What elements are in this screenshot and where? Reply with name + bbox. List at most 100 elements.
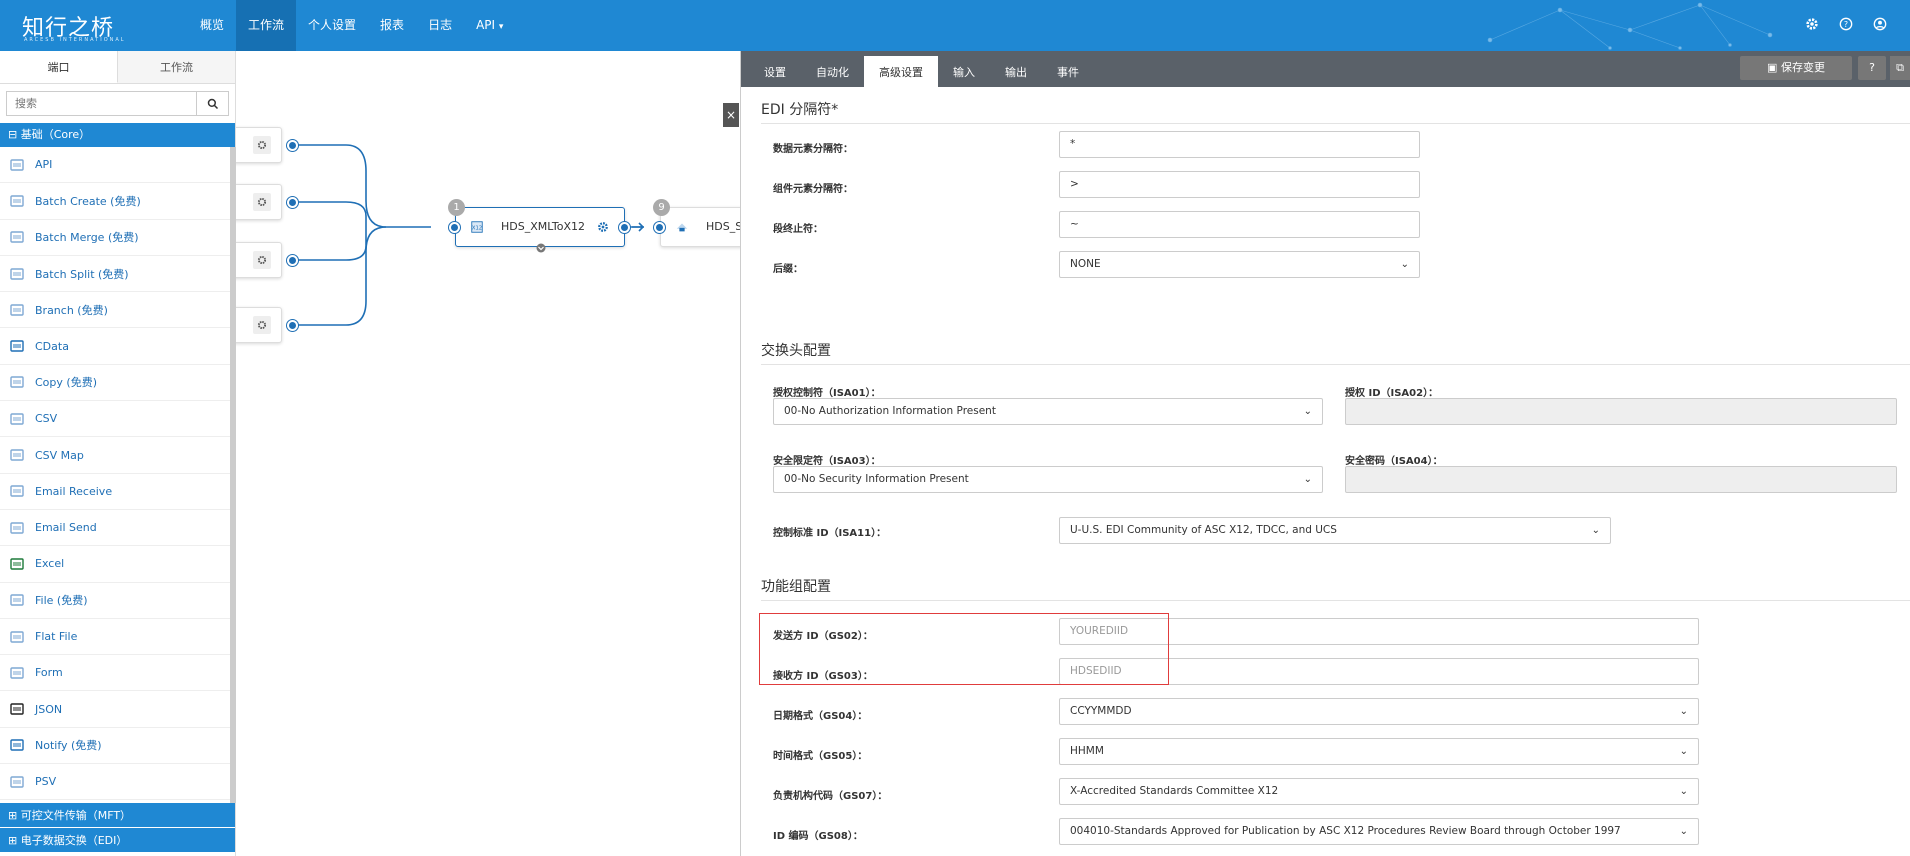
search-input[interactable] bbox=[6, 91, 197, 116]
list-item[interactable]: Form bbox=[0, 655, 230, 692]
gs07-select[interactable]: X-Accredited Standards Committee X12 ⌄ bbox=[1059, 778, 1699, 805]
chevron-down-icon: ⌄ bbox=[1591, 525, 1600, 536]
list-item[interactable]: CSV bbox=[0, 401, 230, 438]
save-button[interactable]: ▣ 保存变更 bbox=[1740, 56, 1852, 80]
divider bbox=[761, 123, 1910, 124]
gear-icon[interactable] bbox=[253, 251, 271, 269]
workflow-canvas[interactable]: T T T T X12 HDS_XMLToX12 1 HDS_S 9 bbox=[236, 51, 740, 856]
workflow-node[interactable]: T bbox=[236, 127, 282, 163]
gs05-select[interactable]: HHMM ⌄ bbox=[1059, 738, 1699, 765]
tab-automation[interactable]: 自动化 bbox=[801, 56, 864, 87]
user-icon[interactable] bbox=[1870, 14, 1890, 34]
list-item[interactable]: CData bbox=[0, 328, 230, 365]
node-number-badge: 9 bbox=[653, 199, 670, 216]
port-palette: 端口 工作流 ⊟ 基础（Core） API Batch Create (免费) Ba… bbox=[0, 51, 236, 856]
isa04-input[interactable] bbox=[1345, 466, 1897, 493]
nav-workflow[interactable]: 工作流 bbox=[236, 0, 297, 51]
tab-events[interactable]: 事件 bbox=[1042, 56, 1094, 87]
input-port[interactable] bbox=[654, 222, 665, 233]
group-mft-header[interactable]: ⊞ 可控文件传输（MFT） bbox=[0, 803, 235, 828]
gs04-label: 日期格式（GS04）： bbox=[773, 711, 868, 722]
nav-reports[interactable]: 报表 bbox=[368, 0, 416, 51]
isa03-select[interactable]: 00-No Security Information Present ⌄ bbox=[773, 466, 1323, 493]
batch-split-icon bbox=[8, 266, 26, 282]
gear-icon[interactable] bbox=[1802, 14, 1822, 34]
output-port[interactable] bbox=[287, 197, 298, 208]
gear-icon[interactable] bbox=[253, 316, 271, 334]
workflow-node[interactable]: T bbox=[236, 307, 282, 343]
nav-logs[interactable]: 日志 bbox=[416, 0, 464, 51]
output-port[interactable] bbox=[287, 140, 298, 151]
isa02-input[interactable] bbox=[1345, 398, 1897, 425]
output-port[interactable] bbox=[287, 255, 298, 266]
email-receive-icon bbox=[8, 483, 26, 499]
workflow-node-selected[interactable]: X12 HDS_XMLToX12 bbox=[455, 207, 625, 247]
list-item-label: CData bbox=[35, 339, 69, 353]
output-port[interactable] bbox=[619, 222, 630, 233]
suffix-select[interactable]: NONE ⌄ bbox=[1059, 251, 1420, 278]
list-item-label: Form bbox=[35, 666, 63, 680]
element-separator-input[interactable]: * bbox=[1059, 131, 1420, 158]
list-item-label: API bbox=[35, 158, 53, 172]
list-item[interactable]: Notify (免费) bbox=[0, 728, 230, 765]
list-item[interactable]: Email Receive bbox=[0, 474, 230, 510]
isa02-label: 授权 ID（ISA02）： bbox=[1345, 388, 1439, 399]
workflow-node[interactable]: HDS_S bbox=[660, 207, 740, 247]
isa11-select[interactable]: U-U.S. EDI Community of ASC X12, TDCC, a… bbox=[1059, 517, 1611, 544]
list-item[interactable]: Batch Create (免费) bbox=[0, 183, 230, 220]
isa01-select[interactable]: 00-No Authorization Information Present ⌄ bbox=[773, 398, 1323, 425]
component-separator-input[interactable]: > bbox=[1059, 171, 1420, 198]
gs04-select[interactable]: CCYYMMDD ⌄ bbox=[1059, 698, 1699, 725]
chevron-down-icon[interactable] bbox=[536, 243, 546, 253]
list-item[interactable]: API bbox=[0, 147, 230, 184]
list-item-label: Copy (免费) bbox=[35, 376, 97, 390]
node-number-badge: 1 bbox=[448, 199, 465, 216]
segment-terminator-input[interactable]: ~ bbox=[1059, 211, 1420, 238]
list-item[interactable]: Excel bbox=[0, 546, 230, 583]
list-item[interactable]: Flat File bbox=[0, 619, 230, 656]
workflow-node[interactable]: T bbox=[236, 184, 282, 220]
help-icon[interactable]: ? bbox=[1836, 14, 1856, 34]
search-button[interactable] bbox=[197, 91, 229, 116]
list-item[interactable]: CSV Map bbox=[0, 437, 230, 474]
list-item-label: CSV Map bbox=[35, 448, 84, 462]
tab-settings[interactable]: 设置 bbox=[749, 56, 801, 87]
tab-workflows[interactable]: 工作流 bbox=[118, 51, 235, 83]
list-item[interactable]: Branch (免费) bbox=[0, 292, 230, 329]
group-edi-header[interactable]: ⊞ 电子数据交换（EDI） bbox=[0, 828, 235, 853]
tab-advanced[interactable]: 高级设置 bbox=[864, 56, 938, 87]
list-item[interactable]: Batch Split (免费) bbox=[0, 256, 230, 293]
csv-map-icon bbox=[8, 447, 26, 463]
gs08-select[interactable]: 004010-Standards Approved for Publicatio… bbox=[1059, 818, 1699, 845]
tab-ports[interactable]: 端口 bbox=[0, 51, 118, 83]
excel-icon bbox=[8, 556, 26, 572]
list-item-label: Email Send bbox=[35, 521, 97, 535]
list-item[interactable]: PSV bbox=[0, 764, 230, 801]
help-button[interactable]: ? bbox=[1858, 56, 1886, 80]
list-item[interactable]: Email Send bbox=[0, 510, 230, 547]
nav-overview[interactable]: 概览 bbox=[188, 0, 236, 51]
list-item[interactable]: Copy (免费) bbox=[0, 365, 230, 402]
gear-icon[interactable] bbox=[253, 193, 271, 211]
nav-api[interactable]: API ▾ bbox=[464, 0, 515, 51]
nav-profile[interactable]: 个人设置 bbox=[296, 0, 368, 51]
section-interchange-header: 交换头配置 bbox=[761, 343, 831, 359]
element-separator-label: 数据元素分隔符： bbox=[773, 144, 853, 155]
workflow-node[interactable]: T bbox=[236, 242, 282, 278]
list-item[interactable]: Batch Merge (免费) bbox=[0, 220, 230, 256]
gear-icon[interactable] bbox=[253, 136, 271, 154]
tab-input[interactable]: 输入 bbox=[938, 56, 990, 87]
close-panel-button[interactable]: × bbox=[723, 103, 739, 127]
gear-icon[interactable] bbox=[594, 218, 612, 236]
input-port[interactable] bbox=[449, 222, 460, 233]
tab-output[interactable]: 输出 bbox=[990, 56, 1042, 87]
suffix-value: NONE bbox=[1070, 258, 1101, 270]
cdata-icon bbox=[8, 338, 26, 354]
chevron-down-icon: ⌄ bbox=[1303, 474, 1312, 485]
popout-button[interactable]: ⧉ bbox=[1890, 56, 1910, 80]
save-icon: ▣ bbox=[1767, 61, 1778, 74]
list-item[interactable]: File (免费) bbox=[0, 583, 230, 619]
list-item[interactable]: JSON bbox=[0, 691, 230, 728]
output-port[interactable] bbox=[287, 320, 298, 331]
group-core-header[interactable]: ⊟ 基础（Core） bbox=[0, 123, 235, 147]
